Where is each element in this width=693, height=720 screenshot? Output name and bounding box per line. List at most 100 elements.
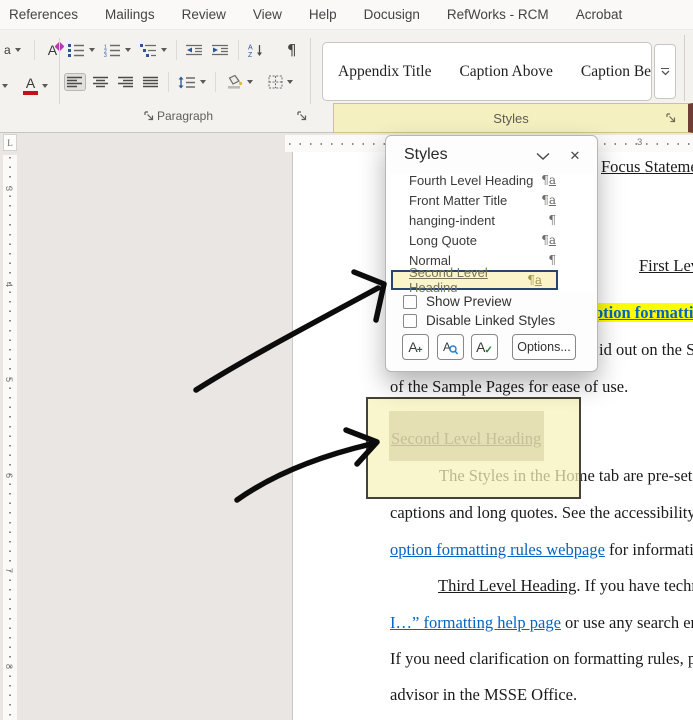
chevron-down-icon bbox=[247, 80, 253, 84]
paragraph-dialog-launcher-icon[interactable] bbox=[296, 110, 308, 122]
style-item-fourth-level-heading[interactable]: Fourth Level Heading ¶a bbox=[391, 174, 594, 190]
style-item-long-quote[interactable]: Long Quote ¶a bbox=[391, 230, 594, 250]
linked-style-icon: ¶a bbox=[541, 174, 556, 187]
chevron-down-icon bbox=[661, 70, 669, 75]
divider bbox=[176, 40, 177, 60]
menu-tab-refworks-rcm[interactable]: RefWorks - RCM bbox=[442, 5, 554, 24]
chevron-down-icon bbox=[536, 152, 550, 160]
chevron-down-icon bbox=[161, 48, 167, 52]
clear-formatting-button[interactable]: A bbox=[46, 41, 65, 59]
doc-line-sample-pages: of the Sample Pages for ease of use. bbox=[390, 377, 629, 396]
gallery-more-button[interactable] bbox=[654, 44, 676, 99]
ruler-number: 3 bbox=[637, 137, 643, 148]
align-center-button[interactable] bbox=[91, 74, 111, 90]
doc-heading-first-level: First Level Heading bbox=[639, 256, 693, 275]
align-right-icon bbox=[118, 76, 133, 88]
divider bbox=[215, 72, 216, 92]
options-button[interactable]: Options... bbox=[512, 334, 576, 360]
multilevel-list-icon bbox=[140, 43, 156, 57]
svg-text:A: A bbox=[248, 45, 253, 52]
linked-style-icon: ¶a bbox=[541, 233, 556, 247]
style-item-front-matter-title[interactable]: Front Matter Title ¶a bbox=[391, 190, 594, 210]
style-inspector-button[interactable]: A bbox=[437, 334, 464, 360]
styles-pane-title: Styles bbox=[404, 146, 448, 163]
vertical-ruler[interactable]: 3 4 5 6 7 8 bbox=[3, 155, 17, 720]
menu-tab-help[interactable]: Help bbox=[304, 5, 342, 24]
svg-text:Z: Z bbox=[248, 52, 253, 57]
menu-tab-view[interactable]: View bbox=[248, 5, 287, 24]
numbering-button[interactable]: 123 bbox=[102, 42, 133, 59]
paragraph-group-row2 bbox=[64, 72, 295, 92]
ruler-number: 8 bbox=[3, 663, 15, 670]
link-option-formatting[interactable]: option formatting rules webpage bbox=[390, 540, 605, 559]
align-left-icon bbox=[67, 76, 82, 88]
manage-styles-button[interactable]: A ✓ bbox=[471, 334, 498, 360]
font-group-row2: A bbox=[0, 74, 50, 97]
style-list: Fourth Level Heading ¶a Front Matter Title… bbox=[391, 174, 594, 292]
borders-button[interactable] bbox=[266, 73, 295, 91]
link-highlighted[interactable]: ption formatting rul bbox=[594, 303, 693, 322]
align-left-button[interactable] bbox=[64, 73, 86, 91]
word-window: References Mailings Review View Help Docusign… bbox=[0, 0, 693, 720]
link-formatting-help[interactable]: I…” formatting help page bbox=[390, 613, 561, 632]
show-hide-marks-button[interactable]: ¶ bbox=[285, 39, 299, 61]
style-item-label: Second Level Heading bbox=[409, 265, 488, 292]
sort-button[interactable]: AZ bbox=[246, 41, 266, 59]
chevron-down-icon bbox=[287, 80, 293, 84]
menu-tab-review[interactable]: Review bbox=[177, 5, 231, 24]
disable-linked-styles-checkbox[interactable] bbox=[403, 313, 417, 328]
shading-icon bbox=[228, 75, 243, 89]
chevron-down-icon[interactable] bbox=[2, 83, 8, 88]
ruler-number: 4 bbox=[3, 281, 15, 287]
change-case-icon: a bbox=[4, 43, 11, 57]
paragraph-style-icon: ¶ bbox=[548, 213, 556, 227]
menu-tab-acrobat[interactable]: Acrobat bbox=[571, 5, 628, 24]
gallery-more-icon bbox=[661, 67, 669, 69]
ribbon-tab-bar: References Mailings Review View Help Docusign… bbox=[0, 0, 693, 30]
styles-group-label-highlight: Styles bbox=[333, 103, 693, 133]
style-item-second-level-heading[interactable]: Second Level Heading ¶a bbox=[391, 265, 558, 292]
chevron-down-icon bbox=[89, 48, 95, 52]
gallery-style-caption-below[interactable]: Caption Below bbox=[581, 63, 651, 81]
align-right-button[interactable] bbox=[116, 74, 136, 90]
font-color-icon: A bbox=[23, 76, 38, 95]
show-preview-checkbox[interactable] bbox=[403, 294, 417, 309]
menu-tab-mailings[interactable]: Mailings bbox=[100, 5, 160, 24]
line-spacing-icon bbox=[178, 76, 195, 88]
shading-button[interactable] bbox=[223, 73, 255, 91]
menu-tab-references[interactable]: References bbox=[4, 5, 83, 24]
increase-indent-button[interactable] bbox=[210, 42, 231, 59]
font-color-button[interactable]: A bbox=[21, 74, 50, 97]
bullets-button[interactable] bbox=[66, 42, 97, 59]
paragraph-style-icon: ¶ bbox=[548, 253, 556, 267]
change-case-button[interactable]: a bbox=[2, 42, 23, 58]
divider bbox=[238, 40, 239, 60]
pane-close-button[interactable]: ✕ bbox=[566, 148, 584, 164]
show-preview-row: Show Preview bbox=[403, 294, 512, 309]
gallery-style-caption-above[interactable]: Caption Above bbox=[459, 63, 552, 81]
menu-tab-docusign[interactable]: Docusign bbox=[359, 5, 425, 24]
window-divider bbox=[684, 35, 685, 101]
justify-button[interactable] bbox=[141, 74, 161, 90]
decrease-indent-button[interactable] bbox=[184, 42, 205, 59]
doc-line-laid-out: id out on the S bbox=[599, 340, 693, 359]
styles-dialog-launcher-icon[interactable] bbox=[665, 112, 677, 124]
new-style-button[interactable]: A + bbox=[402, 334, 429, 360]
line-spacing-button[interactable] bbox=[176, 74, 208, 91]
style-item-hanging-indent[interactable]: hanging-indent ¶ bbox=[391, 210, 594, 230]
doc-line-third-level: Third Level Heading. If you have techni bbox=[438, 576, 693, 595]
style-item-label: Fourth Level Heading bbox=[409, 174, 534, 188]
group-divider bbox=[310, 38, 311, 104]
borders-icon bbox=[268, 75, 283, 89]
chevron-down-icon bbox=[125, 48, 131, 52]
pane-options-button[interactable] bbox=[534, 148, 552, 164]
font-dialog-launcher-icon[interactable] bbox=[143, 110, 155, 122]
doc-line-captions: captions and long quotes. See the access… bbox=[390, 503, 693, 522]
doc-heading-focus-statement: Focus Statement bbox=[601, 157, 693, 176]
magnifier-icon bbox=[449, 345, 458, 355]
tab-selector[interactable]: L bbox=[3, 134, 17, 151]
show-preview-label: Show Preview bbox=[426, 294, 512, 309]
divider bbox=[168, 72, 169, 92]
gallery-style-appendix-title[interactable]: Appendix Title bbox=[338, 63, 431, 81]
multilevel-list-button[interactable] bbox=[138, 42, 169, 59]
